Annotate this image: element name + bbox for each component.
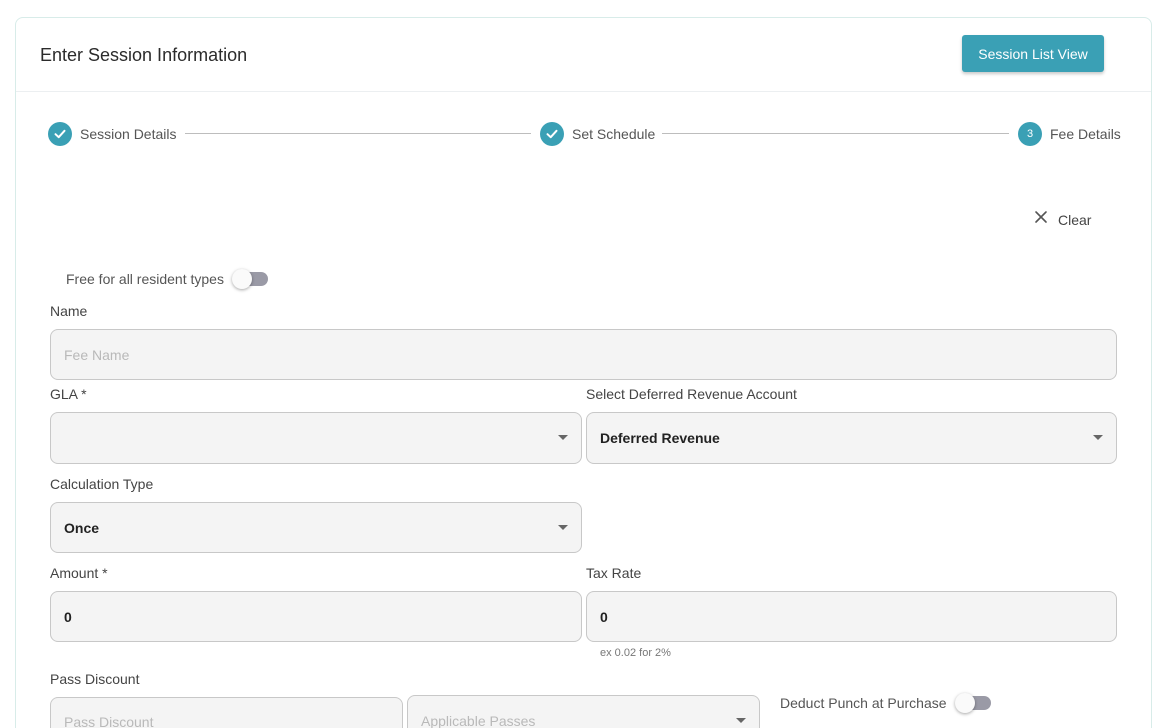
free-for-all-label: Free for all resident types <box>66 271 224 287</box>
amount-input[interactable]: 0 <box>50 591 582 642</box>
close-icon <box>1034 210 1048 229</box>
gla-label: GLA * <box>50 386 87 402</box>
applicable-passes-placeholder: Applicable Passes <box>421 713 536 728</box>
tax-rate-label: Tax Rate <box>586 565 642 581</box>
toggle-knob <box>954 693 975 713</box>
step-label: Fee Details <box>1050 126 1121 142</box>
step-set-schedule[interactable]: Set Schedule <box>540 122 655 146</box>
check-icon <box>540 122 564 146</box>
fee-name-placeholder: Fee Name <box>64 346 130 363</box>
step-number: 3 <box>1018 122 1042 146</box>
deduct-punch-row: Deduct Punch at Purchase <box>780 693 993 713</box>
step-label: Session Details <box>80 126 177 142</box>
pass-discount-placeholder: Pass Discount <box>64 714 154 728</box>
step-fee-details[interactable]: 3 Fee Details <box>1018 122 1121 146</box>
chevron-down-icon <box>558 524 568 530</box>
card-header: Enter Session Information Session List V… <box>16 18 1151 92</box>
applicable-passes-select[interactable]: Applicable Passes <box>407 695 760 728</box>
deduct-punch-toggle[interactable] <box>954 693 993 713</box>
step-connector <box>185 133 531 134</box>
step-connector <box>662 133 1009 134</box>
tax-rate-value: 0 <box>600 608 608 625</box>
chevron-down-icon <box>736 718 746 723</box>
calculation-type-select[interactable]: Once <box>50 502 582 553</box>
amount-label: Amount * <box>50 565 108 581</box>
gla-select[interactable] <box>50 412 582 464</box>
amount-value: 0 <box>64 608 72 625</box>
free-for-all-toggle[interactable] <box>231 269 270 289</box>
deferred-revenue-value: Deferred Revenue <box>600 430 720 446</box>
pass-discount-label: Pass Discount <box>50 671 140 687</box>
page-title: Enter Session Information <box>40 45 248 65</box>
name-label: Name <box>50 303 88 319</box>
chevron-down-icon <box>558 435 568 440</box>
clear-button[interactable]: Clear <box>1034 210 1091 229</box>
step-label: Set Schedule <box>572 126 656 142</box>
chevron-down-icon <box>1093 435 1103 440</box>
deduct-punch-label: Deduct Punch at Purchase <box>780 695 947 711</box>
free-for-all-row: Free for all resident types <box>66 269 270 289</box>
session-list-view-button[interactable]: Session List View <box>962 35 1104 72</box>
calculation-type-value: Once <box>64 519 100 536</box>
deferred-revenue-select[interactable]: Deferred Revenue <box>586 412 1117 464</box>
step-session-details[interactable]: Session Details <box>48 122 177 146</box>
clear-label: Clear <box>1058 211 1092 228</box>
deferred-revenue-label: Select Deferred Revenue Account <box>586 386 797 402</box>
tax-rate-hint: ex 0.02 for 2% <box>600 647 671 659</box>
fee-name-input[interactable]: Fee Name <box>50 329 1117 380</box>
calculation-type-label: Calculation Type <box>50 476 154 492</box>
check-icon <box>48 122 72 146</box>
toggle-knob <box>231 269 252 289</box>
tax-rate-input[interactable]: 0 <box>586 591 1117 642</box>
pass-discount-input[interactable]: Pass Discount <box>50 697 403 728</box>
